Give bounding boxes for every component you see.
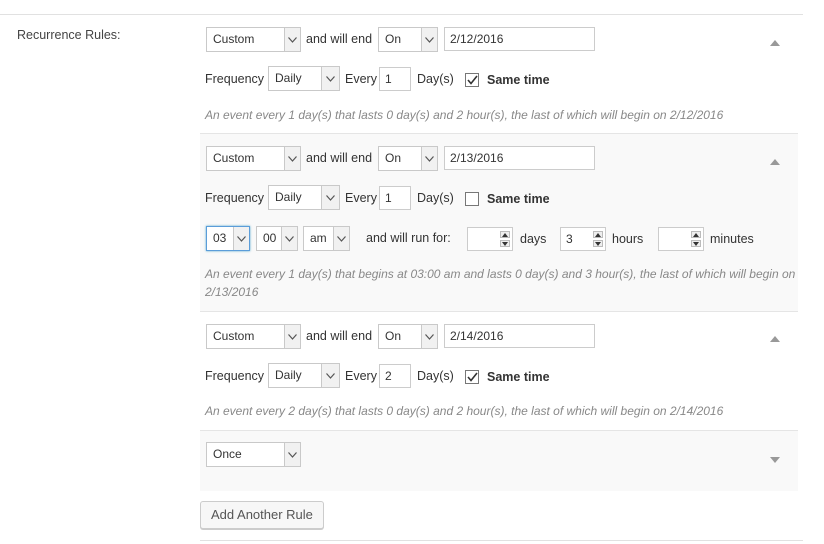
end-type-value: On (385, 32, 402, 46)
chevron-down-icon (421, 325, 437, 348)
start-hour-value: 03 (213, 231, 227, 245)
same-time-label: Same time (487, 192, 550, 206)
chevron-down-icon (284, 147, 300, 170)
end-date-input[interactable]: 2/14/2016 (444, 324, 595, 348)
interval-input[interactable]: 2 (379, 364, 411, 388)
every-label: Every (345, 191, 377, 205)
collapse-arrow-up-icon[interactable] (770, 158, 780, 166)
frequency-label: Frequency (205, 191, 265, 205)
bottom-divider (200, 540, 803, 541)
rule-type-select[interactable]: Custom (206, 27, 301, 52)
rule-type-select[interactable]: Once (206, 442, 301, 467)
chevron-down-icon (321, 364, 339, 387)
rule-description-line1: An event every 1 day(s) that begins at 0… (205, 267, 796, 281)
interval-unit-label: Day(s) (417, 369, 454, 383)
chevron-down-icon (333, 227, 349, 250)
same-time-checkbox[interactable] (465, 192, 479, 206)
expand-arrow-down-icon[interactable] (770, 456, 780, 464)
duration-minutes-input[interactable] (658, 227, 704, 251)
end-type-select[interactable]: On (378, 324, 438, 349)
spinner-buttons[interactable] (500, 231, 510, 247)
frequency-select[interactable]: Daily (268, 363, 340, 388)
spinner-down-icon[interactable] (593, 240, 603, 247)
same-time-checkbox[interactable] (465, 370, 479, 384)
and-will-run-for-label: and will run for: (366, 231, 451, 245)
chevron-down-icon (321, 67, 339, 90)
interval-unit-label: Day(s) (417, 191, 454, 205)
frequency-value: Daily (275, 190, 302, 204)
frequency-label: Frequency (205, 369, 265, 383)
chevron-down-icon (421, 147, 437, 170)
add-another-rule-button[interactable]: Add Another Rule (200, 501, 324, 529)
every-label: Every (345, 369, 377, 383)
spinner-down-icon[interactable] (691, 240, 701, 247)
checkmark-icon (466, 75, 478, 85)
rule-description: An event every 1 day(s) that begins at 0… (205, 265, 795, 301)
end-date-input[interactable]: 2/12/2016 (444, 27, 595, 51)
start-meridian-select[interactable]: am (303, 226, 350, 251)
rule-description-line2: 2/13/2016 (205, 285, 259, 299)
chevron-down-icon (284, 325, 300, 348)
and-will-end-label: and will end (306, 151, 373, 165)
duration-hours-input[interactable]: 3 (560, 227, 606, 251)
rule-3: Custom and will end On 2/14/2016 Frequen… (200, 312, 798, 430)
rule-type-select[interactable]: Custom (206, 324, 301, 349)
spinner-up-icon[interactable] (593, 231, 603, 238)
rule-2: Custom and will end On 2/13/2016 Frequen… (200, 134, 798, 311)
frequency-select[interactable]: Daily (268, 66, 340, 91)
chevron-down-icon (321, 186, 339, 209)
rule-type-value: Custom (213, 151, 255, 165)
collapse-arrow-up-icon[interactable] (770, 335, 780, 343)
start-minute-value: 00 (263, 231, 277, 245)
chevron-down-icon (284, 443, 300, 466)
rule-4: Once (200, 431, 798, 491)
frequency-label: Frequency (205, 72, 265, 86)
interval-unit-label: Day(s) (417, 72, 454, 86)
chevron-down-icon (233, 227, 249, 250)
rule-type-value: Custom (213, 329, 255, 343)
duration-days-input[interactable] (467, 227, 513, 251)
every-label: Every (345, 72, 377, 86)
end-type-value: On (385, 329, 402, 343)
same-time-label: Same time (487, 73, 550, 87)
and-will-end-label: and will end (306, 329, 373, 343)
same-time-label: Same time (487, 370, 550, 384)
duration-hours-value: 3 (566, 232, 573, 246)
frequency-value: Daily (275, 71, 302, 85)
rule-type-value: Custom (213, 32, 255, 46)
and-will-end-label: and will end (306, 32, 373, 46)
start-minute-select[interactable]: 00 (256, 226, 298, 251)
hours-label: hours (612, 232, 644, 246)
chevron-down-icon (281, 227, 297, 250)
start-meridian-value: am (310, 231, 327, 245)
spinner-up-icon[interactable] (691, 231, 701, 238)
chevron-down-icon (421, 28, 437, 51)
spinner-buttons[interactable] (593, 231, 603, 247)
rule-description: An event every 2 day(s) that lasts 0 day… (205, 404, 724, 418)
interval-input[interactable]: 1 (379, 67, 411, 91)
end-type-value: On (385, 151, 402, 165)
chevron-down-icon (284, 28, 300, 51)
spinner-down-icon[interactable] (500, 240, 510, 247)
end-type-select[interactable]: On (378, 27, 438, 52)
interval-input[interactable]: 1 (379, 186, 411, 210)
end-type-select[interactable]: On (378, 146, 438, 171)
end-date-input[interactable]: 2/13/2016 (444, 146, 595, 170)
spinner-buttons[interactable] (691, 231, 701, 247)
start-hour-select[interactable]: 03 (206, 226, 250, 251)
spinner-up-icon[interactable] (500, 231, 510, 238)
collapse-arrow-up-icon[interactable] (770, 39, 780, 47)
minutes-label: minutes (710, 232, 754, 246)
checkmark-icon (466, 372, 478, 382)
rule-type-value: Once (213, 447, 242, 461)
frequency-select[interactable]: Daily (268, 185, 340, 210)
rule-type-select[interactable]: Custom (206, 146, 301, 171)
rule-1: Custom and will end On 2/12/2016 Frequen… (200, 15, 798, 133)
same-time-checkbox[interactable] (465, 73, 479, 87)
days-label: days (520, 232, 547, 246)
frequency-value: Daily (275, 368, 302, 382)
recurrence-rules-label: Recurrence Rules: (17, 28, 121, 42)
rule-description: An event every 1 day(s) that lasts 0 day… (205, 108, 724, 122)
